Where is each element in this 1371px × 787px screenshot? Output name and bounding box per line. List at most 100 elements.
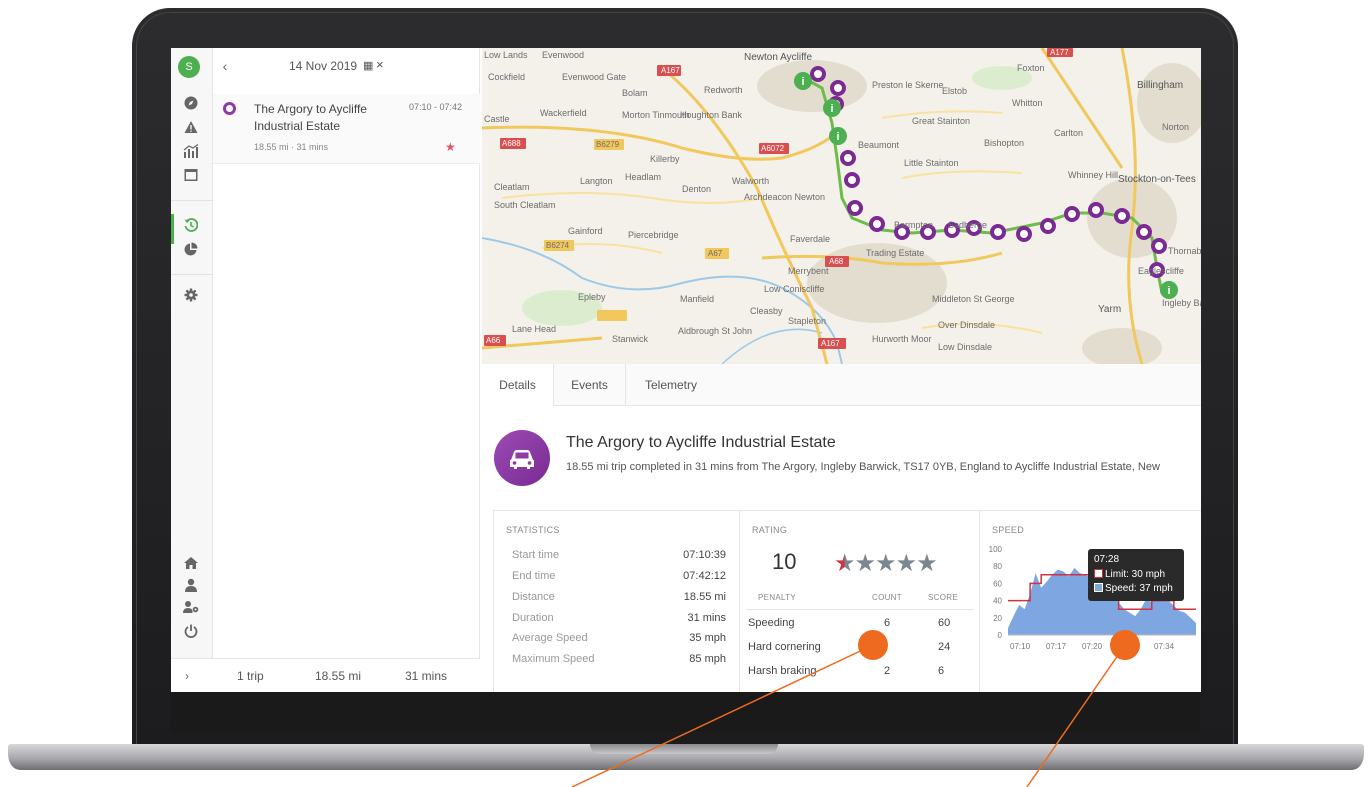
laptop-bezel xyxy=(170,692,1200,732)
chevron-right-icon[interactable]: › xyxy=(185,669,189,683)
map-label: Langton xyxy=(580,176,613,186)
history-icon[interactable] xyxy=(180,218,202,238)
trip-list-item[interactable]: The Argory to Aycliffe Industrial Estate… xyxy=(213,94,480,164)
star-icon: ★ xyxy=(834,550,855,577)
stat-label: Distance xyxy=(512,591,555,603)
tooltip-speed: Speed: 37 mph xyxy=(1094,583,1173,594)
gear-icon[interactable] xyxy=(180,288,202,308)
tooltip-limit-text: Limit: 30 mph xyxy=(1105,569,1166,580)
tooltip-limit: Limit: 30 mph xyxy=(1094,569,1165,580)
map-label: Low Lands xyxy=(484,50,528,60)
map-label: Merrybent xyxy=(788,266,829,276)
chart-tooltip: 07:28 Limit: 30 mph Speed: 37 mph xyxy=(1088,549,1184,601)
trip-list-pane: ‹ 14 Nov 2019 ▦ × The Argory to Aycliffe… xyxy=(213,48,480,692)
map-graphic: i i i i xyxy=(482,48,1201,364)
map-label: South Cleatlam xyxy=(494,200,556,210)
home-icon[interactable] xyxy=(180,556,202,576)
map-label: Headlam xyxy=(625,172,662,182)
rail-divider xyxy=(171,200,213,201)
stat-row: Maximum Speed 85 mph xyxy=(512,653,726,673)
trip-list-title: The Argory to Aycliffe Industrial Estate xyxy=(254,102,367,133)
svg-text:i: i xyxy=(801,76,804,88)
penalty-name: Speeding xyxy=(748,617,795,629)
calendar-icon[interactable] xyxy=(180,168,202,188)
y-tick-label: 80 xyxy=(993,562,1002,571)
map-label: Hurworth Moor xyxy=(872,334,932,344)
x-tick-label: 07:10 xyxy=(1010,642,1031,651)
warning-icon[interactable] xyxy=(180,120,202,140)
rating-panel: RATING 10 ★★★★★ PENALTY COUNT SCORE Spee… xyxy=(740,511,980,692)
trip-map[interactable]: i i i i Low Lands Evenwood Newton Aycliffe xyxy=(482,48,1201,364)
stat-value: 07:42:12 xyxy=(683,570,726,582)
speed-title: SPEED xyxy=(992,525,1025,535)
star-icon: ★ xyxy=(895,550,917,577)
speed-swatch xyxy=(1094,583,1103,592)
svg-text:i: i xyxy=(1167,285,1170,297)
star-icon: ★ xyxy=(854,550,876,577)
svg-text:i: i xyxy=(836,131,839,143)
tab-events[interactable]: Events xyxy=(554,364,626,406)
star-rating: ★★★★★ xyxy=(834,549,938,578)
map-label: Castle xyxy=(484,114,510,124)
map-label: Redworth xyxy=(704,85,743,95)
date-label[interactable]: 14 Nov 2019 xyxy=(289,59,357,73)
chevron-left-icon[interactable]: ‹ xyxy=(217,58,233,76)
footer-duration: 31 mins xyxy=(405,669,448,683)
map-label: Killerby xyxy=(650,154,680,164)
road-shield-label: B6274 xyxy=(546,241,570,250)
detail-tabs: Details Events Telemetry xyxy=(482,364,1201,406)
penalty-count: 6 xyxy=(884,617,891,629)
map-label: Ingleby Barwick xyxy=(1162,298,1201,308)
map-label: Sadberge xyxy=(948,220,988,230)
avatar[interactable]: S xyxy=(178,56,200,78)
road-shield-label: B6279 xyxy=(596,140,620,149)
stat-value: 07:10:39 xyxy=(683,549,726,561)
stat-label: Duration xyxy=(512,612,554,624)
stat-label: Average Speed xyxy=(512,632,588,644)
trip-details: Details Events Telemetry The Argory to A… xyxy=(482,364,1201,692)
close-icon[interactable]: × xyxy=(376,57,384,72)
y-tick-label: 20 xyxy=(993,614,1002,623)
compass-icon[interactable] xyxy=(180,96,202,116)
road-shield-label: A6072 xyxy=(761,144,785,153)
penalty-score: 24 xyxy=(938,641,951,653)
map-label: Stockton-on-Tees xyxy=(1118,174,1196,185)
stat-value: 85 mph xyxy=(689,653,726,665)
map-label: Faverdale xyxy=(790,234,831,244)
map-label: Elstob xyxy=(942,86,968,96)
map-label: Barmpton xyxy=(894,220,934,230)
map-label: Middleton St George xyxy=(932,294,1015,304)
stat-label: Maximum Speed xyxy=(512,653,595,665)
tab-details[interactable]: Details xyxy=(482,364,554,406)
calendar-small-icon[interactable]: ▦ xyxy=(363,59,373,72)
road-shield-label: A688 xyxy=(502,139,521,148)
map-label: Little Stainton xyxy=(904,158,959,168)
footer-trip-count: 1 trip xyxy=(237,669,264,683)
svg-text:i: i xyxy=(830,103,833,115)
analytics-icon[interactable] xyxy=(180,144,202,164)
map-label: Bolam xyxy=(622,88,648,98)
map-label: Bishopton xyxy=(984,138,1025,148)
users-cog-icon[interactable] xyxy=(180,600,202,620)
penalty-score: 6 xyxy=(938,665,945,677)
laptop-notch xyxy=(590,744,778,754)
app-screen: S ‹ 14 Nov 2019 ▦ × The Argory to Ayclif… xyxy=(171,48,1201,692)
tab-telemetry[interactable]: Telemetry xyxy=(626,364,716,406)
map-label: Evenwood Gate xyxy=(562,72,627,82)
map-label: Aldbrough St John xyxy=(678,326,753,336)
power-icon[interactable] xyxy=(180,624,202,644)
map-label: Great Stainton xyxy=(912,116,971,126)
pie-chart-icon[interactable] xyxy=(180,242,202,262)
star-icon: ★ xyxy=(875,550,896,577)
trip-title: The Argory to Aycliffe Industrial Estate xyxy=(566,434,836,451)
stat-label: Start time xyxy=(512,549,560,561)
car-icon xyxy=(494,430,550,486)
footer-distance: 18.55 mi xyxy=(315,669,362,683)
stat-row: Distance 18.55 mi xyxy=(512,591,726,611)
star-icon[interactable]: ★ xyxy=(445,140,456,154)
map-label: Low Dinsdale xyxy=(938,342,993,352)
map-label: Whitton xyxy=(1012,98,1043,108)
rail-active-indicator xyxy=(171,214,174,244)
map-label: Over Dinsdale xyxy=(938,320,996,330)
user-icon[interactable] xyxy=(180,578,202,598)
